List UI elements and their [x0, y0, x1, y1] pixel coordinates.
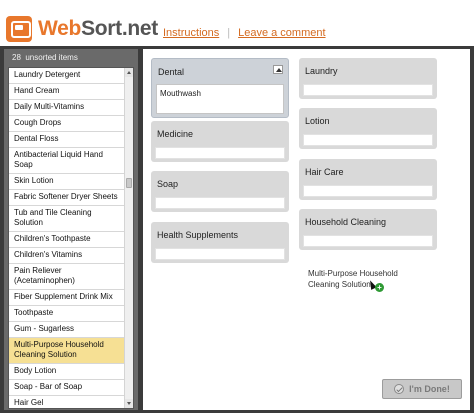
dragged-item[interactable]: Multi-Purpose Household Cleaning Solutio… — [308, 268, 418, 290]
scroll-up-icon[interactable] — [125, 68, 133, 77]
list-item[interactable]: Toothpaste — [9, 306, 125, 322]
category-dental[interactable]: Dental Mouthwash — [151, 58, 289, 118]
list-item[interactable]: Multi-Purpose Household Cleaning Solutio… — [9, 338, 125, 364]
category-household-cleaning[interactable]: Household Cleaning — [299, 209, 437, 250]
category-dropzone[interactable] — [303, 185, 433, 197]
dragged-item-label-2: Cleaning Solution — [308, 280, 371, 289]
scroll-thumb[interactable] — [126, 178, 132, 188]
list-item[interactable]: Gum - Sugarless — [9, 322, 125, 338]
list-item[interactable]: Fiber Supplement Drink Mix — [9, 290, 125, 306]
logo-text: WebSort.net — [38, 17, 158, 40]
leave-comment-link[interactable]: Leave a comment — [238, 27, 325, 39]
list-item[interactable]: Soap - Bar of Soap — [9, 380, 125, 396]
category-title: Hair Care — [305, 167, 344, 177]
dragged-item-label-1: Multi-Purpose Household — [308, 269, 398, 278]
drop-plus-icon: + — [375, 283, 384, 292]
list-item[interactable]: Children's Toothpaste — [9, 232, 125, 248]
check-icon — [394, 384, 405, 394]
unsorted-list[interactable]: Laundry Detergent Hand Cream Daily Multi-V… — [8, 67, 134, 409]
category-lotion[interactable]: Lotion — [299, 108, 437, 149]
category-title: Medicine — [157, 129, 194, 139]
list-item[interactable]: Daily Multi-Vitamins — [9, 100, 125, 116]
list-item[interactable]: Laundry Detergent — [9, 68, 125, 84]
list-item[interactable]: Hand Cream — [9, 84, 125, 100]
category-title: Soap — [157, 179, 179, 189]
category-dropzone[interactable] — [155, 197, 285, 209]
category-hair-care[interactable]: Hair Care — [299, 159, 437, 200]
instructions-link[interactable]: Instructions — [163, 27, 219, 39]
category-title: Household Cleaning — [305, 217, 387, 227]
nav-separator: | — [227, 27, 231, 39]
list-item[interactable]: Dental Floss — [9, 132, 125, 148]
logo-icon — [6, 16, 32, 42]
category-dropzone[interactable] — [303, 84, 433, 96]
category-title: Lotion — [305, 116, 330, 126]
top-nav: Instructions | Leave a comment — [163, 27, 326, 39]
sorted-item[interactable]: Mouthwash — [160, 89, 201, 98]
header: WebSort.net Instructions | Leave a comme… — [0, 0, 474, 46]
category-title: Laundry — [305, 66, 338, 76]
list-scrollbar[interactable] — [124, 68, 133, 408]
list-item[interactable]: Fabric Softener Dryer Sheets — [9, 190, 125, 206]
category-soap[interactable]: Soap — [151, 171, 289, 212]
collapse-icon[interactable] — [273, 65, 283, 74]
categories-panel: Dental Mouthwash Medicine Soap Health Su… — [143, 49, 470, 410]
list-item[interactable]: Tub and Tile Cleaning Solution — [9, 206, 125, 232]
list-item[interactable]: Pain Reliever (Acetaminophen) — [9, 264, 125, 290]
list-item[interactable]: Antibacterial Liquid Hand Soap — [9, 148, 125, 174]
category-dropzone[interactable] — [155, 147, 285, 159]
category-dropzone[interactable] — [155, 248, 285, 260]
category-dropzone[interactable]: Mouthwash — [156, 84, 284, 114]
category-title: Health Supplements — [157, 230, 239, 240]
category-health-supplements[interactable]: Health Supplements — [151, 222, 289, 263]
list-item[interactable]: Cough Drops — [9, 116, 125, 132]
category-dropzone[interactable] — [303, 134, 433, 146]
list-item[interactable]: Body Lotion — [9, 364, 125, 380]
unsorted-count: 28 unsorted items — [12, 53, 78, 62]
scroll-down-icon[interactable] — [125, 399, 133, 408]
unsorted-items: Laundry Detergent Hand Cream Daily Multi-V… — [9, 68, 125, 408]
list-item[interactable]: Hair Gel — [9, 396, 125, 408]
list-item[interactable]: Skin Lotion — [9, 174, 125, 190]
category-medicine[interactable]: Medicine — [151, 121, 289, 162]
logo[interactable]: WebSort.net — [6, 16, 158, 42]
category-dropzone[interactable] — [303, 235, 433, 247]
unsorted-panel: 28 unsorted items Laundry Detergent Hand … — [4, 49, 138, 410]
category-title: Dental — [158, 67, 185, 77]
done-button[interactable]: I'm Done! — [382, 379, 462, 399]
category-laundry[interactable]: Laundry — [299, 58, 437, 99]
list-item[interactable]: Children's Vitamins — [9, 248, 125, 264]
done-label: I'm Done! — [409, 384, 450, 394]
